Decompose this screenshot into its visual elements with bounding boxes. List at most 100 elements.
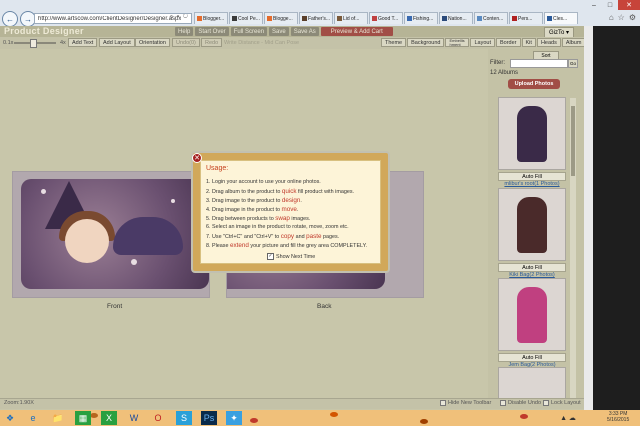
album-item[interactable] (498, 367, 566, 399)
store-icon[interactable]: ▦ (75, 411, 91, 425)
close-window-icon[interactable]: ✕ (618, 0, 640, 10)
orientation-button[interactable]: Orientation (135, 38, 170, 47)
lock-layout-option[interactable]: Lock Layout (543, 400, 581, 406)
album-thumbnail[interactable] (498, 278, 566, 351)
tab-favicon-icon (442, 16, 447, 21)
disable-undo-option[interactable]: Disable Undo (500, 400, 541, 406)
instruction-line: 5. Drag between products to swap images. (206, 215, 310, 222)
clock-date: 5/16/2015 (607, 417, 630, 423)
favorites-star-icon[interactable]: ☆ (618, 13, 625, 22)
tab-theme[interactable]: Theme (381, 38, 407, 47)
instruction-text: 5. Drag between products to (206, 216, 276, 222)
twitter-icon[interactable]: ✦ (226, 411, 242, 425)
tab-embellishment[interactable]: Embellis hment (445, 38, 470, 47)
show-next-time-option[interactable]: ✓ Show Next Time (267, 253, 315, 260)
add-layout-button[interactable]: Add Layout (99, 38, 135, 47)
hide-new-toolbar-option[interactable]: Hide New Toolbar (440, 400, 491, 406)
url-text: http://www.artscow.com/ClientDesigner/De… (38, 15, 182, 22)
preview-add-cart-button[interactable]: Preview & Add Cart (320, 27, 393, 36)
checkbox[interactable] (500, 400, 506, 406)
album-thumbnail[interactable] (498, 188, 566, 261)
browser-tab[interactable]: Conten... (474, 12, 508, 24)
tab-album[interactable]: Album (561, 38, 584, 47)
front-artwork[interactable] (21, 179, 209, 289)
instruction-line: 6. Select an image in the product to rot… (206, 224, 349, 230)
zoom-slider-handle[interactable] (30, 39, 37, 48)
redo-button[interactable]: Redo (201, 38, 223, 47)
tab-favicon-icon (337, 16, 342, 21)
album-item[interactable]: Auto Fill Jem Bag(2 Photos) (498, 278, 566, 368)
save-as-button[interactable]: Save As (290, 27, 319, 36)
ie-browser-icon[interactable]: e (25, 411, 41, 425)
browser-tab[interactable]: Father's... (299, 12, 333, 24)
opera-icon[interactable]: O (150, 411, 166, 425)
checkbox[interactable] (543, 400, 549, 406)
add-text-button[interactable]: Add Text (68, 38, 98, 47)
browser-tab[interactable]: Good T... (369, 12, 403, 24)
browser-tab[interactable]: Cool Pe... (229, 12, 263, 24)
start-over-button[interactable]: Start Over (195, 27, 229, 36)
browser-tab[interactable]: Fishing... (404, 12, 438, 24)
tab-border[interactable]: Border (496, 38, 521, 47)
browser-tab[interactable]: Cles... (544, 12, 578, 24)
home-icon[interactable]: ⌂ (609, 13, 614, 22)
address-bar[interactable]: http://www.artscow.com/ClientDesigner/De… (34, 13, 192, 24)
page-scrollbar[interactable] (584, 26, 593, 410)
show-next-time-checkbox[interactable]: ✓ (267, 253, 274, 260)
tab-label: Blogge... (273, 15, 293, 22)
browser-tab[interactable]: Nation... (439, 12, 473, 24)
tab-favicon-icon (197, 16, 202, 21)
instruction-text: 3. Drag image to the product to (206, 198, 282, 204)
checkbox[interactable] (440, 400, 446, 406)
auto-fill-button[interactable]: Auto Fill (498, 172, 566, 181)
instruction-text: . (296, 207, 299, 213)
zoom-readout: Zoom:1.90X (4, 400, 34, 406)
tray-icons[interactable]: ▲ ☁ (560, 411, 576, 425)
tab-label: Cles... (553, 15, 568, 22)
browser-chrome: – □ ✕ ← → http://www.artscow.com/ClientD… (0, 0, 640, 27)
tab-heads[interactable]: Heads (536, 38, 561, 47)
minimize-icon[interactable]: – (586, 0, 602, 10)
save-button[interactable]: Save (269, 27, 289, 36)
album-item[interactable]: Auto Fill mlibur's root(1 Photos) (498, 97, 566, 187)
skype-icon[interactable]: S (176, 411, 192, 425)
app-header: Product Designer Help Start Over Full Sc… (0, 26, 584, 38)
instruction-line: 3. Drag image to the product to design. (206, 197, 302, 204)
album-item[interactable]: Auto Fill Kiki Bag(2 Photos) (498, 188, 566, 278)
auto-fill-button[interactable]: Auto Fill (498, 353, 566, 362)
word-icon[interactable]: W (126, 411, 142, 425)
start-windows-icon[interactable]: ❖ (2, 411, 18, 425)
instruction-line: 2. Drag album to the product to quick fi… (206, 188, 354, 195)
help-button[interactable]: Help (175, 27, 194, 36)
close-dialog-icon[interactable]: ✕ (192, 153, 202, 163)
address-tools-icon[interactable]: ⌕ ▾ ↻ (170, 14, 189, 21)
tab-kit[interactable]: Kit (521, 38, 536, 47)
album-thumbnail[interactable] (498, 367, 566, 399)
instruction-text: . (300, 198, 302, 204)
sparkle (171, 199, 175, 203)
upload-photos-button[interactable]: Upload Photos (508, 79, 560, 89)
album-thumbnail[interactable] (498, 97, 566, 170)
browser-tab[interactable]: Blogger... (194, 12, 228, 24)
filter-input[interactable] (510, 59, 568, 68)
settings-gear-icon[interactable]: ⚙ (629, 13, 636, 22)
excel-icon[interactable]: X (101, 411, 117, 425)
leaf-decoration (330, 412, 338, 417)
browser-tab[interactable]: Blogge... (264, 12, 298, 24)
sidebar-scroll-thumb[interactable] (571, 106, 575, 176)
back-arrow-icon[interactable]: ← (2, 11, 18, 27)
browser-tab[interactable]: Pers... (509, 12, 543, 24)
tab-background[interactable]: Background (407, 38, 445, 47)
system-clock[interactable]: 3:33 PM 5/16/2015 (607, 411, 629, 423)
browser-tab[interactable]: Lid of... (334, 12, 368, 24)
maximize-icon[interactable]: □ (602, 0, 618, 10)
file-explorer-icon[interactable]: 📁 (50, 411, 66, 425)
full-screen-button[interactable]: Full Screen (230, 27, 268, 36)
album-link[interactable]: mlibur's root(1 Photos) (498, 181, 566, 187)
filter-go-button[interactable]: Go (568, 59, 578, 68)
undo-button[interactable]: Undo(0) (172, 38, 200, 47)
tab-layout[interactable]: Layout (470, 38, 495, 47)
auto-fill-button[interactable]: Auto Fill (498, 263, 566, 272)
photoshop-icon[interactable]: Ps (201, 411, 217, 425)
product-front[interactable] (12, 171, 210, 298)
